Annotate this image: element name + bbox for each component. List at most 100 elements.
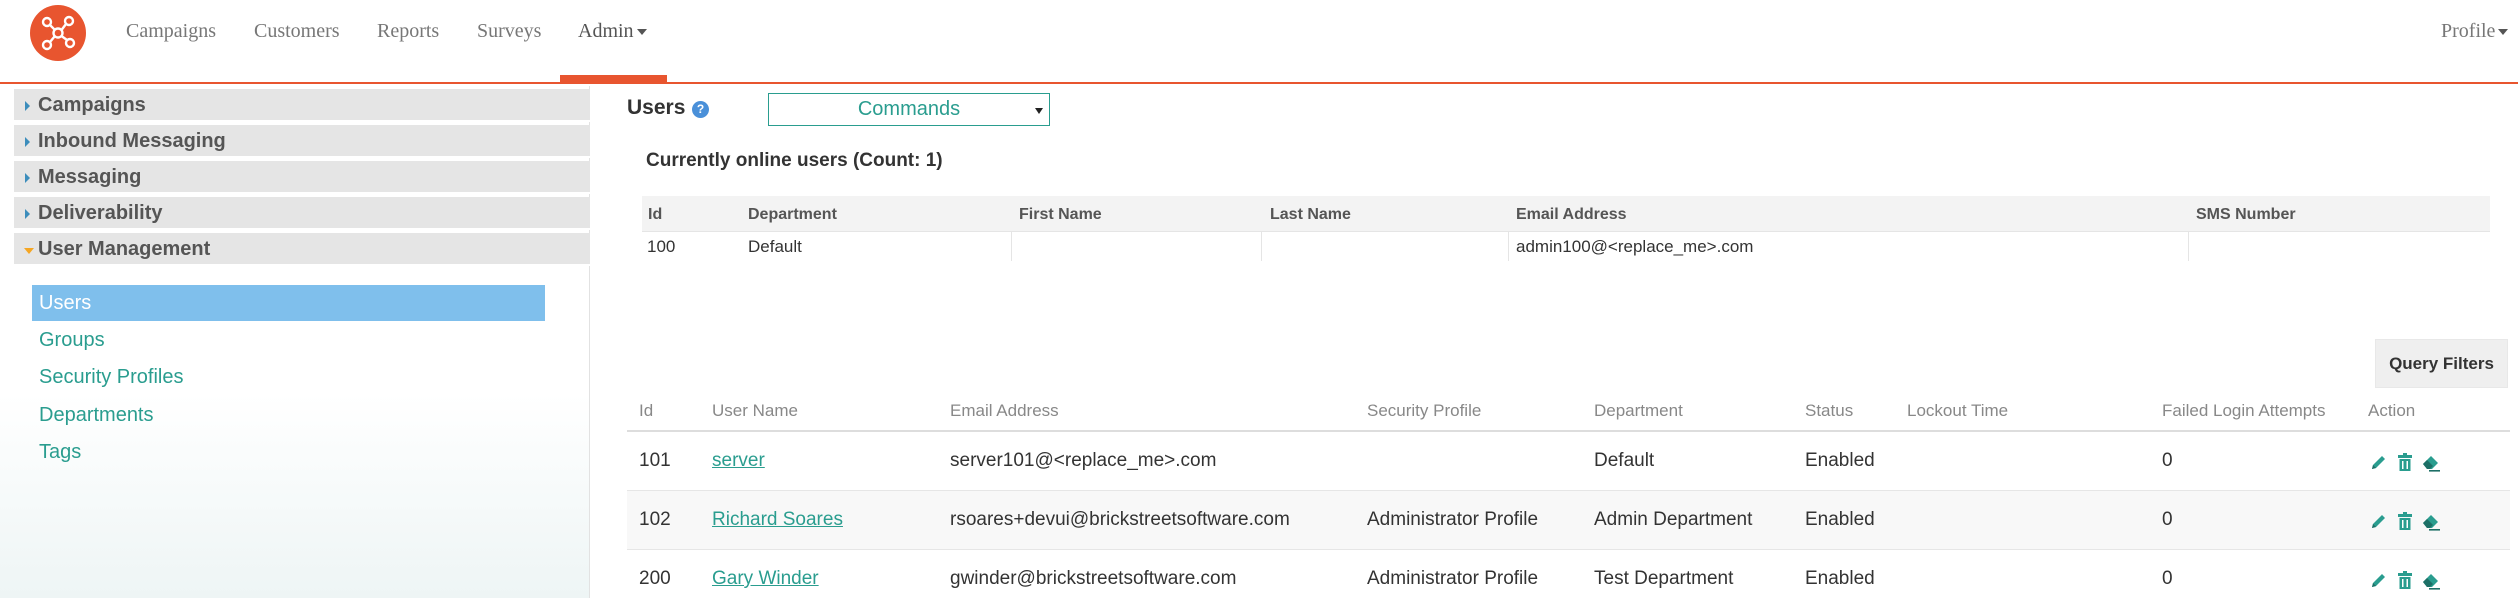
cell-security-profile: Administrator Profile [1367,568,1539,589]
sidebar-item-security-profiles[interactable]: Security Profiles [32,359,545,395]
eraser-icon[interactable] [2421,511,2441,531]
nav-surveys[interactable]: Surveys [477,16,541,46]
pencil-icon[interactable] [2369,511,2389,531]
table-row: 200 Gary Winder gwinder@brickstreetsoftw… [627,550,2510,598]
cell-failed-login-attempts: 0 [2162,509,2173,530]
online-cell-email: admin100@<replace_me>.com [1516,237,1754,256]
eraser-icon[interactable] [2421,452,2441,472]
sidebar-item-departments[interactable]: Departments [32,397,545,433]
top-navbar: Campaigns Customers Reports Surveys Admi… [0,0,2518,84]
caret-right-icon [25,137,30,147]
cell-email: rsoares+devui@brickstreetsoftware.com [950,509,1290,530]
cell-failed-login-attempts: 0 [2162,568,2173,589]
user-name-link[interactable]: server [712,450,765,472]
nav-campaigns[interactable]: Campaigns [126,16,216,46]
column-divider [1508,232,1509,261]
online-col-email: Email Address [1516,206,1627,223]
online-table-row: 100 Default admin100@<replace_me>.com [642,231,2490,261]
online-cell-department: Default [748,237,802,256]
commands-dropdown[interactable]: Commands [768,93,1050,126]
page-title: Users [627,96,686,119]
users-table: Id User Name Email Address Security Prof… [627,389,2510,598]
cell-id: 102 [639,509,671,530]
sidebar-section-label: Inbound Messaging [38,130,226,152]
trash-icon[interactable] [2395,570,2415,590]
col-department[interactable]: Department [1594,401,1683,421]
cell-id: 200 [639,568,671,589]
trash-icon[interactable] [2395,511,2415,531]
sidebar-section-campaigns[interactable]: Campaigns [14,89,590,122]
col-lockout-time[interactable]: Lockout Time [1907,401,2008,421]
eraser-icon[interactable] [2421,570,2441,590]
user-name-link[interactable]: Richard Soares [712,509,843,531]
pencil-icon[interactable] [2369,570,2389,590]
trash-icon[interactable] [2395,452,2415,472]
sidebar-section-label: Messaging [38,166,142,188]
sidebar-section-inbound-messaging[interactable]: Inbound Messaging [14,125,590,158]
sidebar-section-deliverability[interactable]: Deliverability [14,197,590,230]
table-row: 101 server server101@<replace_me>.com De… [627,432,2510,491]
cell-failed-login-attempts: 0 [2162,450,2173,471]
logo-molecule-icon [41,15,76,51]
caret-right-icon [25,173,30,183]
col-id[interactable]: Id [639,401,653,421]
user-name-link[interactable]: Gary Winder [712,568,819,590]
cell-status: Enabled [1805,509,1875,530]
caret-down-icon [24,248,34,254]
sidebar: Campaigns Inbound Messaging Messaging De… [0,86,590,598]
nav-admin[interactable]: Admin [578,16,647,46]
nav-admin-label: Admin [578,20,634,42]
app-logo[interactable] [30,5,86,61]
query-filters-button[interactable]: Query Filters [2375,339,2508,388]
online-users-table: Id Department First Name Last Name Email… [642,196,2490,261]
online-col-department: Department [748,206,837,223]
commands-label: Commands [857,98,961,120]
cell-security-profile: Administrator Profile [1367,509,1539,530]
sidebar-section-label: User Management [38,238,211,260]
sidebar-item-tags[interactable]: Tags [32,434,545,470]
caret-down-icon [636,29,647,36]
nav-customers[interactable]: Customers [254,16,340,46]
cell-department: Test Department [1594,568,1734,589]
col-email[interactable]: Email Address [950,401,1059,421]
column-divider [1261,232,1262,261]
caret-right-icon [25,209,30,219]
nav-reports[interactable]: Reports [377,16,439,46]
caret-right-icon [25,101,30,111]
sidebar-section-label: Campaigns [38,94,146,116]
cell-email: server101@<replace_me>.com [950,450,1217,471]
dropdown-arrow-icon [1035,108,1043,114]
online-table-header: Id Department First Name Last Name Email… [642,196,2490,231]
caret-down-icon [2498,29,2509,36]
sidebar-item-users[interactable]: Users [32,285,545,321]
sidebar-section-messaging[interactable]: Messaging [14,161,590,194]
nav-profile[interactable]: Profile [2441,16,2509,46]
sidebar-section-user-management[interactable]: User Management [14,233,590,266]
cell-status: Enabled [1805,568,1875,589]
online-col-id: Id [648,206,663,223]
help-icon[interactable]: ? [692,101,709,118]
online-cell-id: 100 [647,237,676,256]
pencil-icon[interactable] [2369,452,2389,472]
online-col-last-name: Last Name [1270,206,1351,223]
cell-id: 101 [639,450,671,471]
online-users-heading: Currently online users (Count: 1) [646,150,943,171]
col-failed-login-attempts[interactable]: Failed Login Attempts [2162,401,2325,421]
nav-active-indicator [560,75,667,83]
sidebar-section-label: Deliverability [38,202,163,224]
table-row: 102 Richard Soares rsoares+devui@brickst… [627,491,2510,550]
col-status[interactable]: Status [1805,401,1853,421]
col-user-name[interactable]: User Name [712,401,798,421]
main-content: Users ? Commands Currently online users … [592,86,2518,598]
cell-department: Default [1594,450,1655,471]
sidebar-item-groups[interactable]: Groups [32,322,545,358]
cell-department: Admin Department [1594,509,1753,530]
cell-status: Enabled [1805,450,1875,471]
col-security-profile[interactable]: Security Profile [1367,401,1481,421]
users-table-header: Id User Name Email Address Security Prof… [627,389,2510,432]
column-divider [1011,232,1012,261]
online-col-sms: SMS Number [2196,206,2296,223]
nav-profile-label: Profile [2441,20,2496,42]
column-divider [2188,232,2189,261]
col-action: Action [2368,401,2416,420]
